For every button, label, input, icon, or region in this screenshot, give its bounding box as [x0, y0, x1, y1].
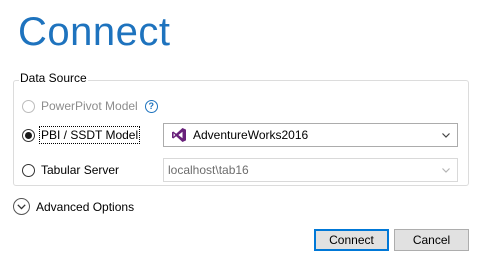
cancel-button[interactable]: Cancel: [394, 229, 469, 251]
advanced-options-label: Advanced Options: [36, 199, 135, 214]
question-circle-icon[interactable]: ?: [144, 99, 158, 113]
chevron-down-circle-icon[interactable]: [13, 198, 30, 215]
tabular-server-label: Tabular Server: [41, 163, 120, 177]
powerpivot-radio[interactable]: [22, 99, 35, 113]
visual-studio-icon: [171, 127, 187, 143]
chevron-down-icon[interactable]: [438, 162, 454, 178]
connect-button[interactable]: Connect: [314, 229, 389, 251]
data-source-label: Data Source: [19, 71, 88, 85]
server-select[interactable]: localhost\tab16: [163, 158, 458, 182]
pbi-ssdt-option[interactable]: PBI / SSDT Model: [22, 126, 141, 144]
pbi-ssdt-radio[interactable]: [22, 128, 35, 142]
powerpivot-label: PowerPivot Model: [41, 99, 138, 113]
tabular-server-radio[interactable]: [22, 163, 35, 177]
pbi-model-value: AdventureWorks2016: [193, 128, 309, 142]
powerpivot-option[interactable]: PowerPivot Model ?: [22, 97, 158, 115]
pbi-model-select[interactable]: AdventureWorks2016: [163, 123, 458, 147]
server-value: localhost\tab16: [168, 163, 249, 177]
pbi-ssdt-label: PBI / SSDT Model: [38, 126, 141, 144]
advanced-options-toggle[interactable]: Advanced Options: [13, 198, 134, 215]
dialog-title: Connect: [18, 10, 171, 54]
tabular-server-option[interactable]: Tabular Server: [22, 161, 119, 179]
chevron-down-icon[interactable]: [438, 127, 454, 143]
